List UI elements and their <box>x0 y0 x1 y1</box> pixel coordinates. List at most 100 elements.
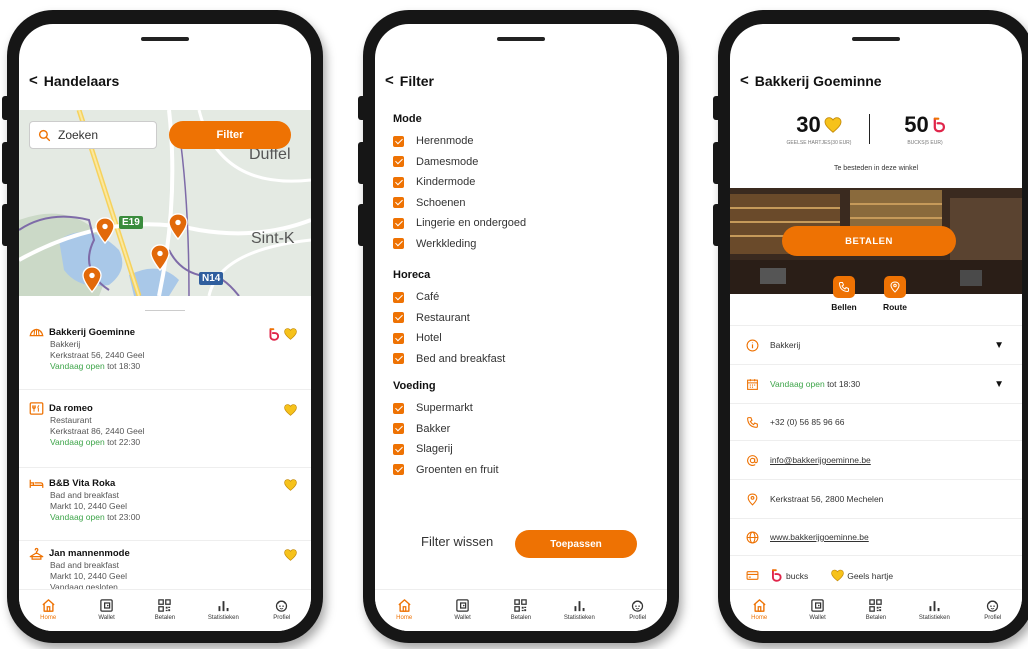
tab-home[interactable]: Home <box>739 598 779 621</box>
filter-option[interactable]: Werkkleding <box>393 234 526 255</box>
back-arrow-icon[interactable]: < <box>740 72 749 89</box>
filter-option[interactable]: Lingerie en ondergoed <box>393 213 526 234</box>
hours-text: Vandaag open tot 18:30 <box>770 379 860 389</box>
phone-icon <box>747 416 758 428</box>
email-row[interactable]: info@bakkerijgoeminne.be <box>730 440 1022 479</box>
filter-button[interactable]: Filter <box>169 121 291 149</box>
filter-option[interactable]: Groenten en fruit <box>393 460 499 481</box>
search-input[interactable]: Zoeken <box>29 121 157 149</box>
checkbox[interactable] <box>393 464 404 476</box>
map-pin-icon[interactable] <box>149 244 171 271</box>
checkbox[interactable] <box>393 402 404 414</box>
map-pin-icon[interactable] <box>167 213 189 240</box>
tab-pay[interactable]: Betalen <box>856 598 896 621</box>
filter-option[interactable]: Hotel <box>393 328 505 349</box>
hours-row[interactable]: Vandaag open tot 18:30 ▼ <box>730 364 1022 403</box>
tab-stats[interactable]: Statistieken <box>559 598 599 621</box>
tab-stats[interactable]: Statistieken <box>914 598 954 621</box>
map-pin-icon[interactable] <box>81 266 103 293</box>
merchant-title: Bakkerij Goeminne <box>29 326 301 339</box>
checkbox[interactable] <box>393 332 404 344</box>
call-button[interactable]: Bellen <box>819 276 869 312</box>
checkbox[interactable] <box>393 291 404 303</box>
volume-button <box>713 204 719 246</box>
checkbox[interactable] <box>393 238 404 250</box>
tab-wallet[interactable]: Wallet <box>798 598 838 621</box>
filter-option[interactable]: Schoenen <box>393 193 526 214</box>
option-label: Schoenen <box>416 196 466 209</box>
email-link[interactable]: info@bakkerijgoeminne.be <box>770 455 871 465</box>
map-pin-icon[interactable] <box>94 217 116 244</box>
back-arrow-icon[interactable]: < <box>29 72 38 89</box>
stats-icon <box>927 598 942 613</box>
website-link[interactable]: www.bakkerijgoeminne.be <box>770 532 869 542</box>
bed-icon <box>29 479 44 488</box>
tab-stats[interactable]: Statistieken <box>203 598 243 621</box>
merchant-category: Restaurant <box>50 415 92 425</box>
list-item[interactable]: B&B Vita Roka Bad and breakfast Markt 10… <box>19 477 311 541</box>
payment-bucks-label: bucks <box>786 570 809 581</box>
tab-label: Wallet <box>454 615 471 621</box>
filter-option[interactable]: Slagerij <box>393 439 499 460</box>
filter-option[interactable]: Restaurant <box>393 308 505 329</box>
checkbox[interactable] <box>393 423 404 435</box>
merchant-category: Bad and breakfast <box>50 560 119 570</box>
merchant-title: Da romeo <box>29 402 301 415</box>
filter-option[interactable]: Bed and breakfast <box>393 349 505 370</box>
profile-icon <box>274 598 289 613</box>
filter-option[interactable]: Kindermode <box>393 172 526 193</box>
tab-wallet[interactable]: Wallet <box>87 598 127 621</box>
pay-button[interactable]: BETALEN <box>782 226 956 256</box>
tab-profile[interactable]: Profiel <box>262 598 302 621</box>
address-row[interactable]: Kerkstraat 56, 2800 Mechelen <box>730 479 1022 518</box>
checkbox[interactable] <box>393 217 404 229</box>
tab-wallet[interactable]: Wallet <box>443 598 483 621</box>
currency-badges <box>284 549 297 561</box>
filter-option[interactable]: Herenmode <box>393 131 526 152</box>
checkbox[interactable] <box>393 135 404 147</box>
tab-profile[interactable]: Profiel <box>973 598 1013 621</box>
wallet-icon <box>455 598 470 613</box>
back-arrow-icon[interactable]: < <box>385 72 394 89</box>
tab-home[interactable]: Home <box>384 598 424 621</box>
checkbox[interactable] <box>393 443 404 455</box>
town-label: Sint-K <box>251 230 295 247</box>
checkbox[interactable] <box>393 156 404 168</box>
checkbox[interactable] <box>393 353 404 365</box>
checkbox[interactable] <box>393 176 404 188</box>
filter-option[interactable]: Supermarkt <box>393 398 499 419</box>
volume-button <box>2 142 8 184</box>
category-row[interactable]: Bakkerij ▼ <box>730 325 1022 364</box>
wallet-icon <box>99 598 114 613</box>
at-sign-icon <box>747 454 758 466</box>
volume-button <box>358 142 364 184</box>
info-icon <box>746 339 759 351</box>
tab-pay[interactable]: Betalen <box>501 598 541 621</box>
filter-option[interactable]: Damesmode <box>393 152 526 173</box>
clear-filter-button[interactable]: Filter wissen <box>421 534 493 549</box>
chevron-down-icon[interactable]: ▼ <box>994 379 1004 390</box>
drag-handle[interactable] <box>145 310 185 311</box>
filter-option[interactable]: Bakker <box>393 419 499 440</box>
tab-pay[interactable]: Betalen <box>145 598 185 621</box>
phone-row[interactable]: +32 (0) 56 85 96 66 <box>730 403 1022 440</box>
tab-profile[interactable]: Profiel <box>618 598 658 621</box>
bucks-icon <box>932 117 946 133</box>
merchant-address: Kerkstraat 86, 2440 Geel <box>50 426 145 436</box>
route-button[interactable]: Route <box>870 276 920 312</box>
list-item[interactable]: Da romeo Restaurant Kerkstraat 86, 2440 … <box>19 402 311 468</box>
tab-label: Home <box>40 615 57 621</box>
option-label: Groenten en fruit <box>416 463 499 476</box>
checkbox[interactable] <box>393 312 404 324</box>
heart-icon <box>284 549 297 561</box>
tab-label: Betalen <box>510 615 532 621</box>
chevron-down-icon[interactable]: ▼ <box>994 340 1004 351</box>
filter-option[interactable]: Café <box>393 287 505 308</box>
apply-button[interactable]: Toepassen <box>515 530 637 558</box>
closing-time: tot 22:30 <box>107 437 141 447</box>
checkbox[interactable] <box>393 197 404 209</box>
list-item[interactable]: Bakkerij Goeminne Bakkerij Kerkstraat 56… <box>19 326 311 390</box>
tab-home[interactable]: Home <box>28 598 68 621</box>
option-label: Kindermode <box>416 176 476 189</box>
website-row[interactable]: www.bakkerijgoeminne.be <box>730 518 1022 555</box>
